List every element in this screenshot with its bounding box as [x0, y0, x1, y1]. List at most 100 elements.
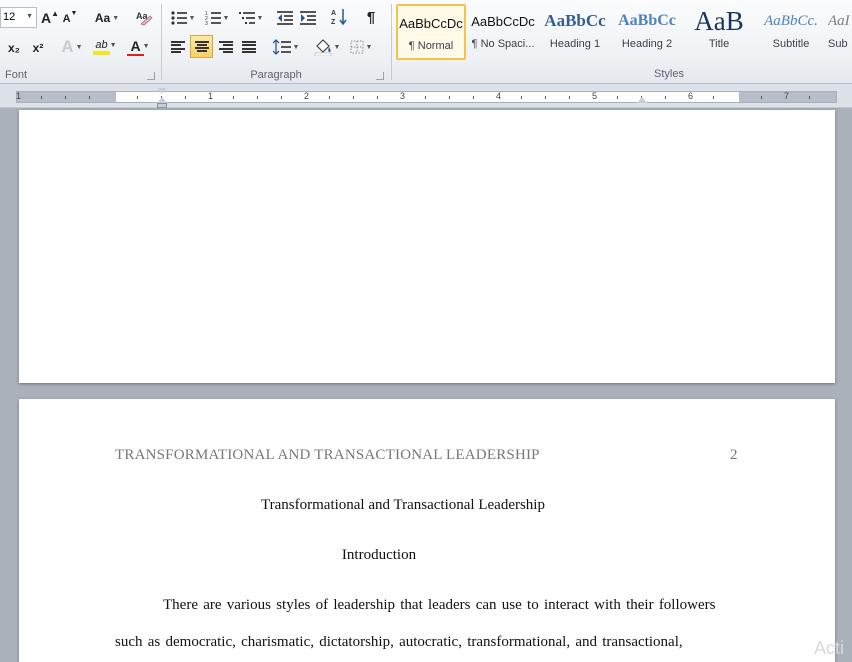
- body-text-line[interactable]: such as democratic, charismatic, dictato…: [115, 634, 731, 651]
- superscript-button[interactable]: x²: [28, 38, 48, 58]
- style-name: Heading 2: [621, 38, 673, 50]
- justify-button[interactable]: [239, 37, 259, 57]
- justify-icon: [242, 41, 256, 53]
- paint-bucket-icon: [314, 39, 331, 56]
- ruler-tick: [665, 96, 666, 99]
- ruler-number: 3: [400, 91, 406, 101]
- style-no-spacing[interactable]: AaBbCcDc ¶ No Spaci...: [468, 4, 538, 60]
- subscript-button[interactable]: x₂: [4, 38, 24, 58]
- style-sample: AaBbCc: [618, 12, 676, 29]
- ruler-tick: [281, 96, 282, 99]
- grow-font-button[interactable]: A ▲: [41, 8, 59, 28]
- align-right-button[interactable]: [216, 37, 236, 57]
- change-case-button[interactable]: Aa ▼: [94, 8, 120, 28]
- paragraph-dialog-launcher-icon[interactable]: [376, 72, 384, 80]
- borders-button[interactable]: ▼: [346, 37, 376, 57]
- paragraph-group-label: Paragraph: [250, 69, 302, 81]
- style-name: ¶ Normal: [408, 40, 454, 52]
- sort-icon: A Z: [331, 9, 347, 26]
- style-title[interactable]: AaB Title: [684, 4, 754, 60]
- decrease-indent-button[interactable]: [275, 8, 295, 28]
- ruler-number: 1: [16, 91, 22, 101]
- ruler-track: 1 1 2 3 4 5 6 7: [16, 91, 837, 103]
- chevron-down-icon: ▼: [188, 14, 196, 22]
- ruler-tick: [257, 96, 258, 99]
- ruler-tick: [41, 96, 42, 99]
- shrink-font-button[interactable]: A ▼: [62, 9, 78, 29]
- section-heading[interactable]: Introduction: [19, 547, 739, 564]
- style-sample: AaBbCcDc: [399, 15, 463, 31]
- ruler-tick: [521, 96, 522, 99]
- document-title[interactable]: Transformational and Transactional Leade…: [19, 497, 787, 514]
- right-indent-marker[interactable]: [637, 97, 647, 103]
- chevron-down-icon: ▼: [109, 41, 117, 49]
- caret-down-icon: ▼: [70, 10, 78, 17]
- align-center-button[interactable]: [190, 35, 213, 58]
- style-name: ¶ No Spaci...: [471, 38, 535, 50]
- ruler-tick: [185, 96, 186, 99]
- numbering-icon: 1 2 3: [205, 11, 221, 25]
- horizontal-ruler[interactable]: 1 1 2 3 4 5 6 7: [0, 84, 852, 108]
- svg-text:3: 3: [205, 21, 208, 25]
- ruler-number: 4: [496, 91, 502, 101]
- font-group-label: Font: [5, 69, 28, 81]
- chevron-down-icon: ▼: [112, 14, 120, 22]
- text-effects-icon: A: [61, 37, 74, 56]
- style-subtitle[interactable]: AaBbCc. Subtitle: [756, 4, 826, 60]
- sort-button[interactable]: A Z: [329, 7, 349, 27]
- svg-text:Z: Z: [331, 19, 336, 26]
- style-sample: AaBbCcDc: [471, 13, 535, 29]
- ruler-tick: [449, 96, 450, 99]
- font-dialog-launcher-icon[interactable]: [147, 72, 155, 80]
- text-effects-button[interactable]: A ▼: [58, 37, 86, 57]
- font-color-swatch: [127, 54, 144, 56]
- left-indent-marker[interactable]: [157, 103, 167, 108]
- shrink-font-icon: A: [62, 13, 71, 25]
- change-case-icon: Aa: [94, 11, 111, 25]
- document-page-1[interactable]: [19, 110, 835, 383]
- chevron-down-icon: ▼: [26, 13, 33, 20]
- ruler-tick: [473, 96, 474, 99]
- document-page-2[interactable]: TRANSFORMATIONAL AND TRANSACTIONAL LEADE…: [19, 399, 835, 662]
- style-normal[interactable]: AaBbCcDc ¶ Normal: [396, 4, 466, 60]
- decrease-indent-icon: [277, 11, 293, 25]
- highlight-color-swatch: [93, 51, 110, 55]
- line-spacing-button[interactable]: ▼: [271, 37, 301, 57]
- clear-formatting-button[interactable]: Aa: [134, 7, 154, 27]
- align-left-icon: [171, 41, 185, 53]
- borders-icon: [350, 40, 364, 54]
- style-heading-1[interactable]: AaBbCc Heading 1: [540, 4, 610, 60]
- body-text-line[interactable]: There are various styles of leadership t…: [115, 597, 731, 614]
- style-heading-2[interactable]: AaBbCc Heading 2: [612, 4, 682, 60]
- show-formatting-marks-button[interactable]: ¶: [361, 7, 381, 27]
- styles-group-label: Styles: [654, 68, 684, 80]
- chevron-down-icon: ▼: [256, 14, 264, 22]
- ruler-number: 6: [688, 91, 694, 101]
- chevron-down-icon: ▼: [333, 43, 341, 51]
- align-left-button[interactable]: [168, 37, 188, 57]
- page-number[interactable]: 2: [730, 447, 738, 464]
- clear-formatting-icon: Aa: [136, 11, 153, 26]
- running-head[interactable]: TRANSFORMATIONAL AND TRANSACTIONAL LEADE…: [115, 447, 540, 464]
- ruler-tick: [137, 96, 138, 99]
- ruler-tick: [353, 96, 354, 99]
- first-line-indent-marker[interactable]: [157, 88, 167, 94]
- multilevel-list-button[interactable]: ▼: [236, 8, 266, 28]
- align-right-icon: [219, 41, 233, 53]
- chevron-down-icon: ▼: [222, 14, 230, 22]
- font-size-box[interactable]: 12 ▼: [0, 7, 37, 28]
- subscript-icon: x₂: [7, 41, 20, 55]
- style-subtle-emphasis[interactable]: AaI Sub: [828, 4, 852, 60]
- shading-button[interactable]: ▼: [312, 37, 342, 57]
- superscript-icon: x²: [32, 41, 44, 55]
- bullets-button[interactable]: ▼: [168, 8, 198, 28]
- ruler-tick: [89, 96, 90, 99]
- line-spacing-icon: [272, 39, 291, 55]
- numbering-button[interactable]: 1 2 3 ▼: [202, 8, 232, 28]
- group-separator: [391, 4, 392, 80]
- font-color-button[interactable]: A ▼: [124, 37, 156, 57]
- increase-indent-button[interactable]: [298, 8, 318, 28]
- style-name: Sub: [828, 38, 848, 50]
- ruler-tick: [233, 96, 234, 99]
- text-highlight-button[interactable]: ab ▼: [90, 37, 122, 57]
